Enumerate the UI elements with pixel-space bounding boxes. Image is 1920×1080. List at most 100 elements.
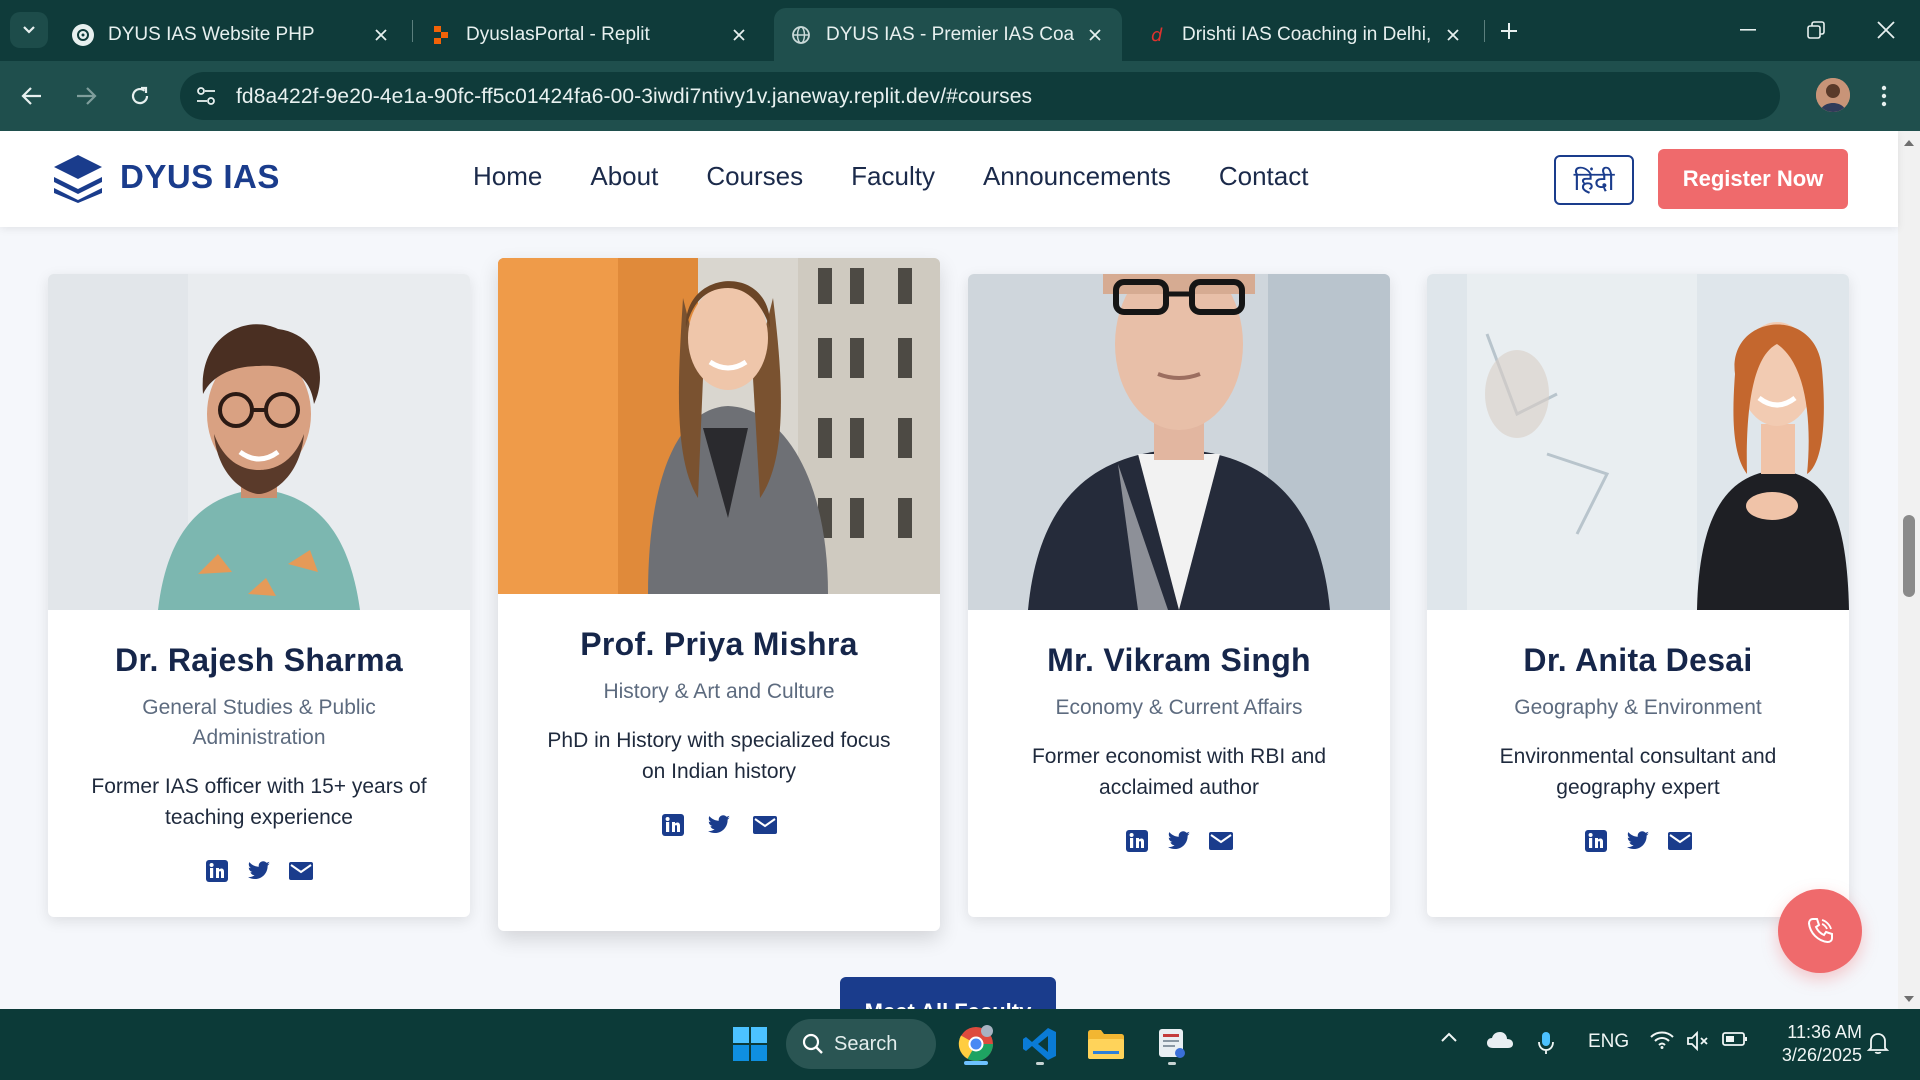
microphone-icon[interactable] <box>1538 1031 1554 1055</box>
twitter-icon[interactable] <box>707 813 731 837</box>
svg-text:d: d <box>1151 25 1163 46</box>
email-icon[interactable] <box>289 859 313 883</box>
nav-contact[interactable]: Contact <box>1219 161 1309 192</box>
battery-icon[interactable] <box>1722 1031 1748 1047</box>
reload-icon <box>131 86 149 105</box>
twitter-icon[interactable] <box>1167 829 1191 853</box>
notification-center-icon[interactable] <box>1866 1031 1890 1055</box>
tab-dyus-website-php[interactable]: DYUS IAS Website PHP <box>56 8 408 61</box>
site-header: DYUS IAS Home About Courses Faculty Anno… <box>0 131 1898 227</box>
faculty-bio: Environmental consultant and geography e… <box>1499 745 1777 799</box>
scrollbar-thumb[interactable] <box>1903 515 1915 597</box>
faculty-portrait-image <box>1427 274 1849 610</box>
input-language-indicator[interactable]: ENG <box>1588 1031 1629 1053</box>
faculty-photo <box>498 258 940 594</box>
tab-title: DyusIasPortal - Replit <box>466 23 650 45</box>
close-icon <box>1877 21 1895 39</box>
profile-avatar[interactable] <box>1816 78 1850 112</box>
main-nav: Home About Courses Faculty Announcements… <box>473 161 1308 192</box>
twitter-icon[interactable] <box>1626 829 1650 853</box>
volume-muted-icon[interactable] <box>1686 1031 1710 1051</box>
faculty-subject: General Studies & Public Administration <box>142 696 376 749</box>
close-icon[interactable] <box>1084 24 1106 46</box>
phone-icon <box>1807 918 1833 944</box>
twitter-icon[interactable] <box>247 859 271 883</box>
tab-replit-portal[interactable]: DyusIasPortal - Replit <box>414 8 766 61</box>
replit-favicon-icon <box>430 24 452 46</box>
faculty-social-links <box>498 813 940 837</box>
back-button[interactable] <box>14 78 50 114</box>
tab-drishti-ias[interactable]: d Drishti IAS Coaching in Delhi, Best <box>1130 8 1480 61</box>
restore-button[interactable] <box>1794 10 1838 50</box>
taskbar-chrome[interactable] <box>948 1019 1004 1069</box>
linkedin-icon[interactable] <box>1584 829 1608 853</box>
linkedin-icon[interactable] <box>1125 829 1149 853</box>
faculty-card: Mr. Vikram Singh Economy & Current Affai… <box>968 274 1390 917</box>
hindi-language-button[interactable]: हिंदी <box>1554 155 1634 205</box>
tab-title: DYUS IAS - Premier IAS Coaching <box>826 23 1074 45</box>
close-icon[interactable] <box>370 24 392 46</box>
email-icon[interactable] <box>753 813 777 837</box>
linkedin-icon[interactable] <box>205 859 229 883</box>
logo-icon[interactable] <box>52 153 104 203</box>
windows-logo-icon <box>733 1027 767 1061</box>
tab-dyus-premier-ias[interactable]: DYUS IAS - Premier IAS Coaching <box>774 8 1122 61</box>
logo-text[interactable]: DYUS IAS <box>120 158 280 196</box>
call-floating-button[interactable] <box>1778 889 1862 973</box>
scroll-up-icon[interactable] <box>1903 137 1915 149</box>
snipping-tool-icon <box>1159 1029 1185 1058</box>
tab-title: DYUS IAS Website PHP <box>108 23 315 45</box>
page-scrollbar[interactable] <box>1898 131 1920 1009</box>
nav-about[interactable]: About <box>590 161 658 192</box>
search-icon <box>802 1033 823 1054</box>
start-button[interactable] <box>724 1019 776 1069</box>
faculty-card: Prof. Priya Mishra History & Art and Cul… <box>498 258 940 931</box>
faculty-social-links <box>48 859 470 883</box>
nav-home[interactable]: Home <box>473 161 542 192</box>
nav-courses[interactable]: Courses <box>706 161 803 192</box>
site-settings-icon[interactable] <box>194 84 218 108</box>
globe-icon <box>790 24 812 46</box>
taskbar-file-explorer[interactable] <box>1078 1019 1134 1069</box>
close-icon[interactable] <box>1442 24 1464 46</box>
browser-menu-button[interactable] <box>1870 78 1898 114</box>
minimize-button[interactable] <box>1726 10 1770 50</box>
tab-separator <box>412 20 413 42</box>
arrow-right-icon <box>77 87 97 105</box>
meet-all-faculty-button[interactable]: Meet All Faculty <box>840 977 1056 1009</box>
windows-taskbar: Search ENG 11:36 AM 3/26/2025 <box>0 1009 1920 1080</box>
browser-toolbar: fd8a422f-9e20-4e1a-90fc-ff5c01424fa6-00-… <box>0 61 1920 131</box>
reload-button[interactable] <box>122 78 158 114</box>
show-hidden-icons-button[interactable] <box>1440 1031 1458 1043</box>
forward-button[interactable] <box>68 78 104 114</box>
faculty-social-links <box>968 829 1390 853</box>
email-icon[interactable] <box>1209 829 1233 853</box>
email-icon[interactable] <box>1668 829 1692 853</box>
tab-search-button[interactable] <box>10 12 48 48</box>
faculty-social-links <box>1427 829 1849 853</box>
linkedin-icon[interactable] <box>661 813 685 837</box>
chevron-down-icon <box>23 26 35 34</box>
nav-announcements[interactable]: Announcements <box>983 161 1171 192</box>
address-bar[interactable]: fd8a422f-9e20-4e1a-90fc-ff5c01424fa6-00-… <box>180 72 1780 120</box>
chevron-up-icon <box>1441 1032 1457 1042</box>
faculty-bio: Former economist with RBI and acclaimed … <box>1031 745 1327 799</box>
wifi-icon[interactable] <box>1650 1031 1674 1049</box>
active-app-indicator <box>964 1061 988 1065</box>
faculty-name: Dr. Anita Desai <box>1523 642 1753 678</box>
taskbar-search[interactable]: Search <box>786 1019 936 1069</box>
taskbar-clock[interactable]: 11:36 AM 3/26/2025 <box>1772 1021 1862 1067</box>
close-window-button[interactable] <box>1864 10 1908 50</box>
faculty-photo <box>48 274 470 610</box>
chrome-icon <box>958 1025 993 1061</box>
faculty-photo <box>1427 274 1849 610</box>
faculty-bio: PhD in History with specialized focus on… <box>547 729 891 783</box>
close-icon[interactable] <box>728 24 750 46</box>
register-now-button[interactable]: Register Now <box>1658 149 1848 209</box>
onedrive-icon[interactable] <box>1486 1031 1514 1049</box>
new-tab-button[interactable] <box>1492 14 1526 48</box>
nav-faculty[interactable]: Faculty <box>851 161 935 192</box>
taskbar-snipping-tool[interactable] <box>1144 1019 1200 1069</box>
scroll-down-icon[interactable] <box>1903 993 1915 1005</box>
taskbar-vscode[interactable] <box>1012 1019 1068 1069</box>
